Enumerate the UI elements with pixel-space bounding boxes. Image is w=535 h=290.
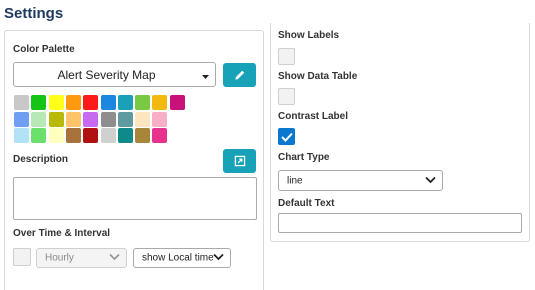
color-swatch[interactable]: [100, 128, 116, 143]
color-swatch[interactable]: [152, 111, 168, 127]
color-swatch[interactable]: [152, 95, 168, 110]
color-swatch[interactable]: [135, 128, 151, 143]
color-swatch[interactable]: [169, 95, 185, 110]
color-swatch[interactable]: [48, 128, 64, 143]
color-swatch[interactable]: [117, 111, 133, 127]
chart-type-value: line: [287, 175, 303, 186]
color-swatch[interactable]: [152, 128, 168, 143]
color-swatch[interactable]: [14, 128, 29, 143]
color-palette-label: Color Palette: [13, 44, 75, 55]
color-swatch[interactable]: [65, 95, 81, 110]
default-text-input[interactable]: [278, 213, 522, 233]
expand-description-button[interactable]: [223, 149, 256, 173]
color-palette-select[interactable]: Alert Severity Map: [13, 62, 216, 87]
color-swatch[interactable]: [135, 111, 151, 127]
color-swatch[interactable]: [48, 95, 64, 110]
color-swatch[interactable]: [31, 128, 47, 143]
color-swatch[interactable]: [117, 128, 133, 143]
right-settings-panel: [270, 23, 530, 242]
over-time-checkbox[interactable]: [13, 248, 31, 266]
color-swatch[interactable]: [117, 95, 133, 110]
interval-select[interactable]: Hourly: [36, 248, 127, 268]
show-labels-label: Show Labels: [278, 30, 340, 41]
contrast-label-label: Contrast Label: [278, 111, 349, 122]
color-swatch[interactable]: [100, 111, 116, 127]
page-title: Settings: [4, 5, 64, 22]
description-label: Description: [13, 154, 69, 165]
chart-type-select[interactable]: line: [278, 170, 443, 191]
time-mode-value: show Local time: [142, 252, 214, 264]
contrast-label-checkbox[interactable]: [278, 128, 295, 145]
color-swatch[interactable]: [135, 95, 151, 110]
color-swatch[interactable]: [31, 111, 47, 127]
default-text-label: Default Text: [278, 198, 335, 209]
color-palette-value: Alert Severity Map: [57, 67, 156, 82]
interval-value: Hourly: [45, 252, 74, 264]
color-swatch[interactable]: [65, 111, 81, 127]
caret-down-icon: [202, 68, 209, 82]
chevron-down-icon: [425, 175, 436, 186]
edit-palette-button[interactable]: [223, 63, 256, 87]
chevron-down-icon: [213, 253, 224, 264]
over-time-label: Over Time & Interval: [13, 228, 111, 239]
chevron-down-icon: [109, 253, 120, 264]
color-swatch[interactable]: [65, 128, 81, 143]
color-swatch[interactable]: [100, 95, 116, 110]
color-swatch[interactable]: [31, 95, 47, 110]
color-swatch[interactable]: [14, 95, 29, 110]
show-labels-checkbox[interactable]: [278, 48, 295, 65]
color-swatch[interactable]: [83, 111, 99, 127]
show-data-table-label: Show Data Table: [278, 71, 358, 82]
color-swatch[interactable]: [83, 95, 99, 110]
color-swatch[interactable]: [48, 111, 64, 127]
color-swatch[interactable]: [83, 128, 99, 143]
chart-type-label: Chart Type: [278, 152, 330, 163]
time-mode-select[interactable]: show Local time: [133, 248, 231, 268]
description-textarea[interactable]: [13, 177, 257, 220]
show-data-table-checkbox[interactable]: [278, 88, 295, 105]
color-swatch[interactable]: [14, 111, 29, 127]
